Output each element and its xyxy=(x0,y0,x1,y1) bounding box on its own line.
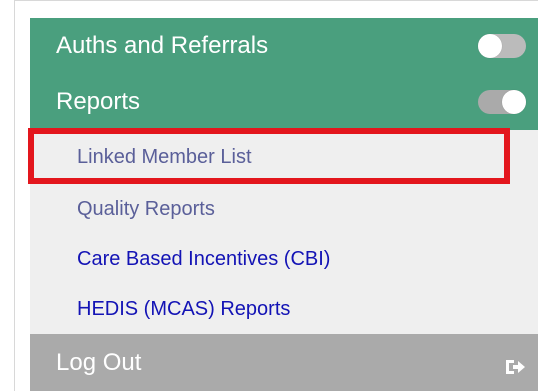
auths-and-referrals-toggle[interactable] xyxy=(478,34,526,58)
frame-border xyxy=(14,0,15,391)
submenu-item-label: HEDIS (MCAS) Reports xyxy=(77,297,291,320)
toggle-knob xyxy=(502,90,526,114)
sidebar-menu: Auths and Referrals Reports Linked Membe… xyxy=(30,18,538,391)
menu-section-label: Reports xyxy=(56,88,141,115)
logout-label: Log Out xyxy=(56,348,142,376)
submenu-item-label: Linked Member List xyxy=(77,145,252,168)
submenu-item-label: Quality Reports xyxy=(77,197,215,220)
menu-section-label: Auths and Referrals xyxy=(56,32,269,59)
submenu-item-care-based-incentives[interactable]: Care Based Incentives (CBI) xyxy=(30,234,538,284)
sidebar-frame: Auths and Referrals Reports Linked Membe… xyxy=(0,0,538,391)
reports-toggle[interactable] xyxy=(478,90,526,114)
submenu-item-hedis-mcas-reports[interactable]: HEDIS (MCAS) Reports xyxy=(30,284,538,334)
submenu-item-linked-member-list[interactable]: Linked Member List xyxy=(30,133,538,181)
menu-section-reports[interactable]: Reports xyxy=(30,74,538,130)
toggle-knob xyxy=(478,34,502,58)
submenu-item-quality-reports[interactable]: Quality Reports xyxy=(30,184,538,234)
logout-button[interactable]: Log Out xyxy=(30,334,538,391)
menu-section-auths-and-referrals[interactable]: Auths and Referrals xyxy=(30,18,538,74)
submenu-item-label: Care Based Incentives (CBI) xyxy=(77,247,331,270)
frame-border-top xyxy=(14,0,538,13)
sign-out-icon xyxy=(506,360,525,374)
